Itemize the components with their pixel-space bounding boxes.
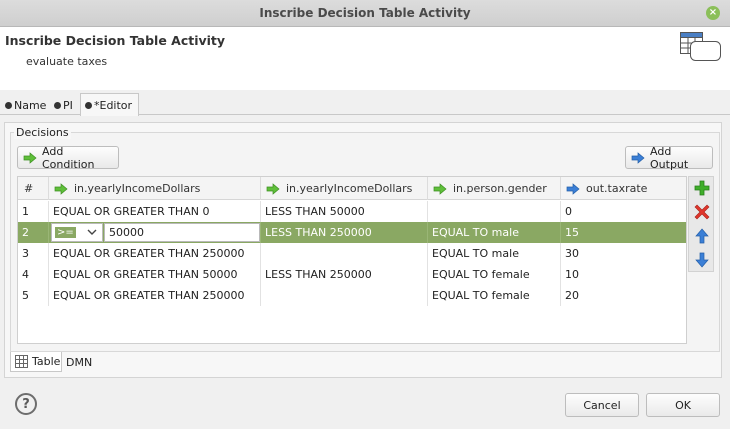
table-row[interactable]: 5 EQUAL OR GREATER THAN 250000 EQUAL TO … bbox=[18, 285, 686, 306]
header-title: Inscribe Decision Table Activity bbox=[5, 33, 226, 48]
table-cell[interactable]: EQUAL OR GREATER THAN 250000 bbox=[49, 243, 261, 264]
table-cell[interactable]: EQUAL OR GREATER THAN 50000 bbox=[49, 264, 261, 285]
blue-arrow-icon bbox=[566, 182, 580, 195]
row-index: 3 bbox=[18, 243, 49, 264]
table-cell[interactable]: LESS THAN 250000 bbox=[261, 264, 428, 285]
window-title: Inscribe Decision Table Activity bbox=[259, 6, 471, 20]
table-cell[interactable]: EQUAL OR GREATER THAN 250000 bbox=[49, 285, 261, 306]
table-cell[interactable]: 10 bbox=[561, 264, 686, 285]
table-cell[interactable]: EQUAL OR GREATER THAN 0 bbox=[49, 201, 261, 222]
close-icon[interactable]: × bbox=[706, 6, 720, 20]
remove-row-icon[interactable] bbox=[693, 203, 711, 221]
table-cell[interactable]: EQUAL TO female bbox=[428, 264, 561, 285]
operator-value: >= bbox=[55, 227, 76, 238]
tab-table[interactable]: Table bbox=[10, 352, 62, 372]
table-row[interactable]: 4 EQUAL OR GREATER THAN 50000 LESS THAN … bbox=[18, 264, 686, 285]
move-up-icon[interactable] bbox=[693, 227, 711, 245]
table-cell-editing[interactable]: >= 50000 bbox=[49, 222, 261, 243]
table-row[interactable]: 1 EQUAL OR GREATER THAN 0 LESS THAN 5000… bbox=[18, 201, 686, 222]
condition-value-input[interactable]: 50000 bbox=[104, 223, 260, 242]
decision-table: # in.yearlyIncomeDollars in.yearlyIncome… bbox=[17, 176, 687, 344]
tab-status-icon bbox=[85, 101, 92, 109]
table-icon bbox=[15, 355, 28, 368]
add-condition-button[interactable]: Add Condition bbox=[17, 145, 119, 171]
table-cell[interactable]: 0 bbox=[561, 201, 686, 222]
table-cell[interactable]: LESS THAN 50000 bbox=[261, 201, 428, 222]
row-index: 1 bbox=[18, 201, 49, 222]
tab-dmn[interactable]: DMN bbox=[66, 352, 92, 372]
column-header-index[interactable]: # bbox=[18, 177, 49, 200]
window-titlebar: Inscribe Decision Table Activity × bbox=[0, 0, 730, 27]
blue-arrow-icon bbox=[631, 151, 645, 164]
move-down-icon[interactable] bbox=[693, 251, 711, 269]
table-cell[interactable]: EQUAL TO male bbox=[428, 222, 561, 243]
row-index: 5 bbox=[18, 285, 49, 306]
row-index: 4 bbox=[18, 264, 49, 285]
tab-editor[interactable]: *Editor bbox=[80, 93, 140, 116]
table-icon bbox=[680, 32, 721, 61]
table-cell[interactable] bbox=[261, 285, 428, 306]
tab-status-icon bbox=[54, 101, 61, 109]
tab-status-icon bbox=[5, 101, 12, 109]
table-cell[interactable]: EQUAL TO female bbox=[428, 285, 561, 306]
table-cell[interactable]: 30 bbox=[561, 243, 686, 264]
table-row[interactable]: 3 EQUAL OR GREATER THAN 250000 EQUAL TO … bbox=[18, 243, 686, 264]
column-header-output[interactable]: out.taxrate bbox=[561, 177, 686, 200]
table-cell[interactable]: LESS THAN 250000 bbox=[261, 222, 428, 243]
help-icon[interactable]: ? bbox=[15, 393, 37, 415]
green-arrow-icon bbox=[266, 182, 280, 195]
chevron-down-icon bbox=[87, 226, 97, 241]
green-arrow-icon bbox=[54, 182, 68, 195]
table-row-selected[interactable]: 2 >= 50000 LESS THAN 250000 EQUAL TO mal… bbox=[18, 222, 686, 243]
header-description: evaluate taxes bbox=[26, 55, 108, 68]
tab-pi[interactable]: PI bbox=[54, 95, 73, 115]
tab-name[interactable]: Name bbox=[5, 95, 46, 115]
table-cell[interactable]: 15 bbox=[561, 222, 686, 243]
green-arrow-icon bbox=[433, 182, 447, 195]
row-toolbar bbox=[688, 176, 714, 272]
column-header-condition[interactable]: in.yearlyIncomeDollars bbox=[261, 177, 428, 200]
editor-tabs: Name PI *Editor bbox=[0, 90, 730, 116]
table-cell[interactable]: 20 bbox=[561, 285, 686, 306]
green-arrow-icon bbox=[23, 151, 37, 164]
add-row-icon[interactable] bbox=[693, 179, 711, 197]
table-cell[interactable]: EQUAL TO male bbox=[428, 243, 561, 264]
operator-select[interactable]: >= bbox=[51, 223, 103, 242]
column-header-condition[interactable]: in.yearlyIncomeDollars bbox=[49, 177, 261, 200]
table-cell[interactable] bbox=[261, 243, 428, 264]
dialog-header: Inscribe Decision Table Activity evaluat… bbox=[0, 27, 730, 90]
table-header: # in.yearlyIncomeDollars in.yearlyIncome… bbox=[18, 177, 686, 200]
ok-button[interactable]: OK bbox=[646, 393, 720, 417]
column-header-condition[interactable]: in.person.gender bbox=[428, 177, 561, 200]
add-output-button[interactable]: Add Output bbox=[625, 145, 713, 171]
row-index: 2 bbox=[18, 222, 49, 243]
table-cell[interactable] bbox=[428, 201, 561, 222]
decisions-group-label: Decisions bbox=[14, 126, 71, 139]
cancel-button[interactable]: Cancel bbox=[565, 393, 639, 417]
